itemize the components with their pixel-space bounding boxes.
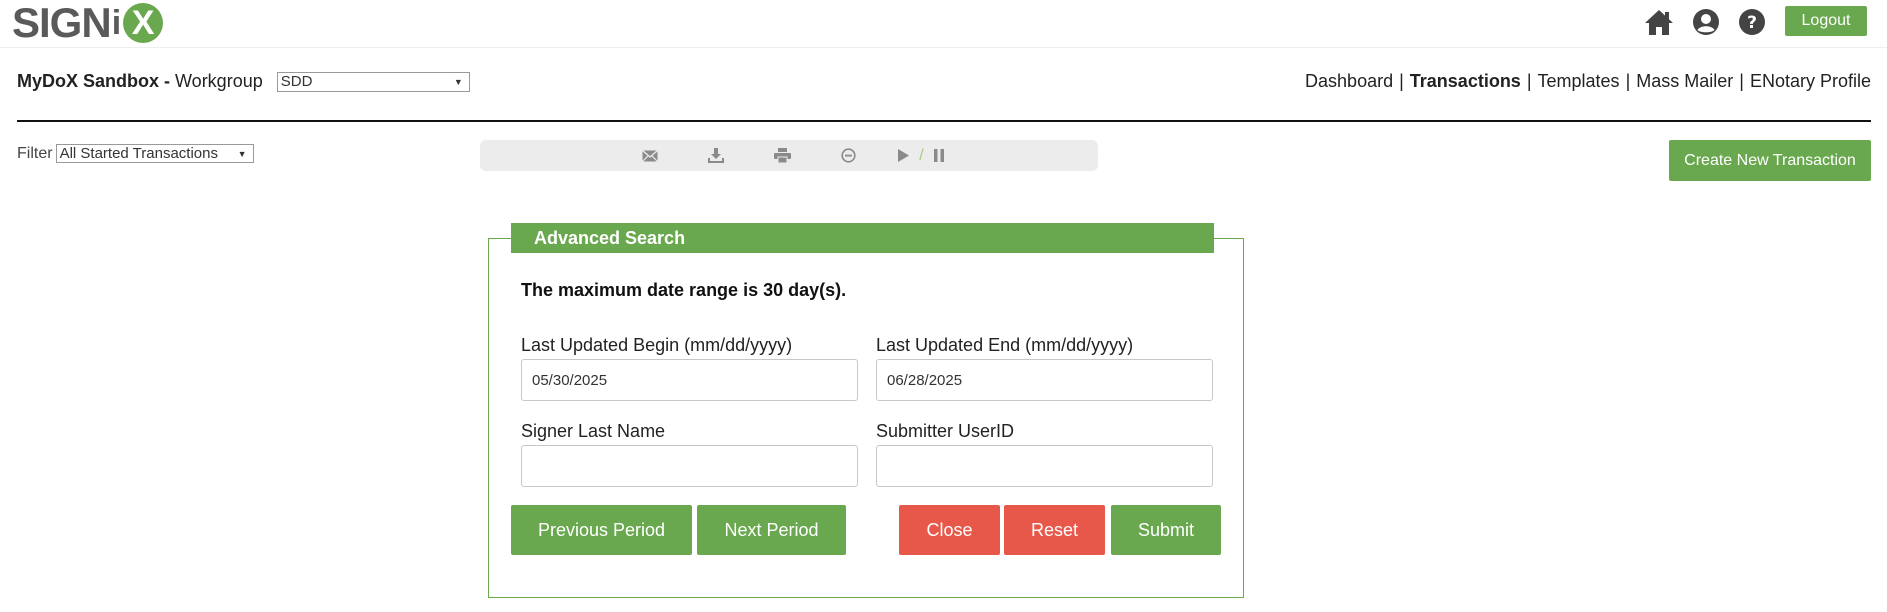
- logo-x-mark: X: [123, 3, 164, 43]
- title-dash: -: [164, 71, 171, 91]
- transaction-toolbar: /: [480, 140, 1098, 171]
- date-range-note: The maximum date range is 30 day(s).: [521, 280, 847, 300]
- filter-label: Filter: [17, 144, 53, 162]
- submitter-userid-input[interactable]: [876, 445, 1213, 487]
- svg-text:?: ?: [1747, 13, 1757, 33]
- submitter-userid-label: Submitter UserID: [876, 421, 1015, 441]
- filter-select-value: All Started Transactions: [59, 145, 218, 162]
- home-icon[interactable]: [1643, 6, 1675, 38]
- nav-dashboard[interactable]: Dashboard: [1305, 71, 1393, 92]
- workgroup-label: Workgroup: [175, 71, 263, 91]
- account-title: MyDoX Sandbox - Workgroup SDD ▼: [17, 71, 470, 92]
- print-icon[interactable]: [749, 140, 815, 171]
- envelope-icon[interactable]: [617, 140, 683, 171]
- submit-button[interactable]: Submit: [1111, 505, 1221, 555]
- pause-icon[interactable]: [933, 149, 944, 162]
- nav-enotary-profile[interactable]: ENotary Profile: [1750, 71, 1871, 92]
- download-icon[interactable]: [683, 140, 749, 171]
- header-divider: [0, 47, 1887, 48]
- logo-wordmark: SIGN: [12, 0, 112, 46]
- nav-templates[interactable]: Templates: [1538, 71, 1620, 92]
- nav-separator: |: [1399, 71, 1404, 91]
- help-circle-icon[interactable]: ?: [1736, 6, 1768, 38]
- advanced-search-title: Advanced Search: [511, 223, 1214, 253]
- end-date-label: Last Updated End (mm/dd/yyyy): [876, 335, 1134, 355]
- chevron-down-icon: ▼: [453, 76, 463, 87]
- user-circle-icon[interactable]: [1690, 6, 1722, 38]
- close-button[interactable]: Close: [899, 505, 1000, 555]
- end-date-input[interactable]: [876, 359, 1213, 401]
- play-pause-control[interactable]: /: [881, 140, 961, 171]
- signix-logo[interactable]: SIGN i X: [12, 0, 164, 46]
- chevron-down-icon: ▼: [237, 148, 247, 159]
- nav-transactions[interactable]: Transactions: [1410, 71, 1521, 92]
- nav-separator: |: [1526, 71, 1532, 91]
- workgroup-select-value: SDD: [280, 73, 313, 90]
- play-pause-slash: /: [919, 146, 924, 164]
- filter-select[interactable]: All Started Transactions ▼: [55, 144, 254, 163]
- nav-mass-mailer[interactable]: Mass Mailer: [1636, 71, 1733, 92]
- logo-i: i: [111, 3, 122, 42]
- main-divider: [17, 120, 1871, 122]
- create-new-transaction-button[interactable]: Create New Transaction: [1669, 140, 1871, 181]
- filter-bar: Filter All Started Transactions ▼: [17, 144, 254, 163]
- reset-button[interactable]: Reset: [1004, 505, 1105, 555]
- signer-last-name-input[interactable]: [521, 445, 858, 487]
- next-period-button[interactable]: Next Period: [697, 505, 846, 555]
- logout-button[interactable]: Logout: [1785, 6, 1867, 36]
- nav-separator: |: [1625, 71, 1631, 91]
- begin-date-label: Last Updated Begin (mm/dd/yyyy): [521, 335, 793, 355]
- previous-period-button[interactable]: Previous Period: [511, 505, 692, 555]
- play-icon[interactable]: [898, 149, 910, 162]
- workgroup-select[interactable]: SDD ▼: [276, 71, 470, 92]
- main-nav: Dashboard | Transactions | Templates | M…: [1305, 71, 1871, 92]
- nav-separator: |: [1739, 71, 1744, 91]
- app-name: MyDoX Sandbox: [17, 71, 160, 91]
- begin-date-input[interactable]: [521, 359, 858, 401]
- minus-circle-icon[interactable]: [815, 140, 881, 171]
- signer-last-name-label: Signer Last Name: [521, 421, 666, 441]
